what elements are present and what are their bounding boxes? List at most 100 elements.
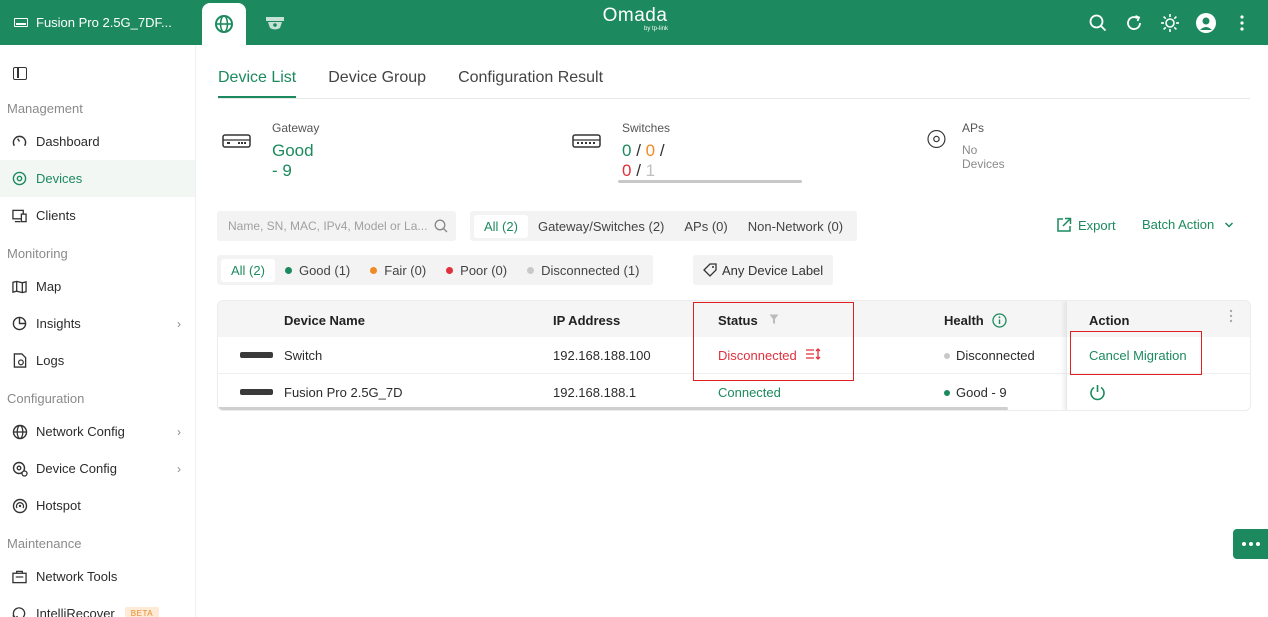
device-name[interactable]: Switch xyxy=(284,348,322,363)
aps-label: APs xyxy=(962,121,985,135)
sidebar-item-devices[interactable]: Devices xyxy=(0,160,195,197)
device-label-filter[interactable]: Any Device Label xyxy=(693,255,834,285)
good-dot-icon xyxy=(284,266,292,274)
dashboard-icon xyxy=(11,133,28,150)
filter-all-types[interactable]: All (2) xyxy=(474,214,528,238)
search-input[interactable]: Name, SN, MAC, IPv4, Model or La... xyxy=(217,211,456,241)
batch-action-button[interactable]: Batch Action xyxy=(1142,217,1234,232)
filter-disconnected[interactable]: Disconnected (1) xyxy=(517,259,649,282)
theme-sun-icon[interactable] xyxy=(1160,13,1180,33)
logs-icon xyxy=(11,352,28,369)
gateway-label: Gateway xyxy=(272,121,320,135)
col-action: Action xyxy=(1089,313,1130,328)
export-icon xyxy=(1057,217,1072,232)
network-tab[interactable] xyxy=(202,3,246,45)
gateway-icon xyxy=(222,134,251,148)
section-maintenance: Maintenance xyxy=(7,536,82,551)
refresh-icon[interactable] xyxy=(1124,13,1144,33)
search-icon[interactable] xyxy=(1088,13,1108,33)
device-tabs: Device List Device Group Configuration R… xyxy=(218,69,1250,99)
chevron-right-icon: › xyxy=(177,424,181,439)
more-vertical-icon[interactable] xyxy=(1232,13,1252,33)
globe-icon xyxy=(215,15,233,33)
sidebar-item-clients[interactable]: Clients xyxy=(0,197,195,234)
device-status: Connected xyxy=(718,385,781,400)
col-health[interactable]: Health xyxy=(944,313,1008,328)
col-ip-address[interactable]: IP Address xyxy=(553,313,620,328)
export-button[interactable]: Export xyxy=(1056,217,1116,233)
switches-poor-count: 0 xyxy=(622,161,632,180)
sidebar-item-logs[interactable]: Logs xyxy=(0,342,195,379)
recover-icon xyxy=(11,605,28,617)
highlight-action-box xyxy=(1070,331,1202,375)
good-dot-icon xyxy=(944,389,950,396)
filter-gateway-switches[interactable]: Gateway/Switches (2) xyxy=(528,215,674,238)
sidebar-item-device-config[interactable]: Device Config › xyxy=(0,450,195,487)
device-name[interactable]: Fusion Pro 2.5G_7D xyxy=(284,385,403,400)
section-management: Management xyxy=(7,101,83,116)
camera-icon xyxy=(266,17,284,30)
gateway-device-icon xyxy=(240,389,273,395)
omada-logo: Omada by tp-link xyxy=(602,5,668,33)
surveillance-tab[interactable] xyxy=(256,3,294,45)
chevron-right-icon: › xyxy=(177,316,181,331)
site-selector[interactable]: Fusion Pro 2.5G_7DF... xyxy=(0,0,196,45)
avatar[interactable] xyxy=(1196,12,1216,33)
switches-counts: 0 / 0 / 0 / 1 xyxy=(622,141,665,180)
switch-device-icon xyxy=(240,352,273,358)
device-ip: 192.168.188.1 xyxy=(553,385,637,400)
network-icon xyxy=(11,423,28,440)
aps-no-devices: No Devices xyxy=(962,143,1005,171)
chat-support-button[interactable] xyxy=(1233,529,1268,559)
power-icon[interactable] xyxy=(1089,384,1106,401)
switches-progress-bar xyxy=(618,180,802,183)
filter-non-network[interactable]: Non-Network (0) xyxy=(738,215,853,238)
section-monitoring: Monitoring xyxy=(7,246,68,261)
column-settings-icon[interactable] xyxy=(1229,309,1233,323)
tools-icon xyxy=(11,568,28,585)
site-name: Fusion Pro 2.5G_7DF... xyxy=(36,15,172,30)
info-icon[interactable] xyxy=(992,313,1008,328)
poor-dot-icon xyxy=(446,266,454,274)
device-health: Good - 9 xyxy=(944,385,1007,400)
devices-icon xyxy=(11,170,28,187)
gateway-value: Good - 9 xyxy=(272,141,314,180)
section-configuration: Configuration xyxy=(7,391,85,406)
sidebar-item-map[interactable]: Map xyxy=(0,268,195,305)
sidebar-item-dashboard[interactable]: Dashboard xyxy=(0,123,195,160)
sidebar-item-network-tools[interactable]: Network Tools xyxy=(0,558,195,595)
sidebar-item-intellirecover[interactable]: IntelliRecover BETA xyxy=(0,595,195,617)
device-type-filter: All (2) Gateway/Switches (2) APs (0) Non… xyxy=(470,211,858,241)
hotspot-icon xyxy=(11,497,28,514)
tab-configuration-result[interactable]: Configuration Result xyxy=(458,69,603,98)
filter-good[interactable]: Good (1) xyxy=(275,259,360,282)
switches-label: Switches xyxy=(622,121,671,135)
sidebar: Management Dashboard Devices Clients Mon… xyxy=(0,45,196,617)
sidebar-item-network-config[interactable]: Network Config › xyxy=(0,413,195,450)
filter-fair[interactable]: Fair (0) xyxy=(360,259,436,282)
ap-icon xyxy=(927,129,946,149)
switches-fair-count: 0 xyxy=(645,141,656,160)
sidebar-collapse-icon[interactable] xyxy=(13,67,27,80)
tab-device-list[interactable]: Device List xyxy=(218,69,297,98)
switches-good-count: 0 xyxy=(622,141,632,160)
filter-aps[interactable]: APs (0) xyxy=(674,215,737,238)
col-device-name[interactable]: Device Name xyxy=(284,313,365,328)
top-bar: Fusion Pro 2.5G_7DF... Omada by tp-link xyxy=(0,0,1268,45)
site-icon xyxy=(14,18,28,27)
device-config-icon xyxy=(11,460,28,477)
horizontal-scrollbar[interactable] xyxy=(218,407,1008,410)
chevron-down-icon xyxy=(1224,222,1233,228)
sidebar-item-hotspot[interactable]: Hotspot xyxy=(0,487,195,524)
highlight-status-box xyxy=(693,302,854,381)
fair-dot-icon xyxy=(370,266,378,274)
filter-all-status[interactable]: All (2) xyxy=(221,258,275,282)
chat-icon xyxy=(1241,542,1246,546)
tab-device-group[interactable]: Device Group xyxy=(328,69,426,98)
clients-icon xyxy=(11,207,28,224)
filter-poor[interactable]: Poor (0) xyxy=(436,259,517,282)
map-icon xyxy=(11,278,28,295)
disconnected-dot-icon xyxy=(527,266,535,274)
sidebar-item-insights[interactable]: Insights › xyxy=(0,305,195,342)
tag-icon xyxy=(703,263,717,277)
